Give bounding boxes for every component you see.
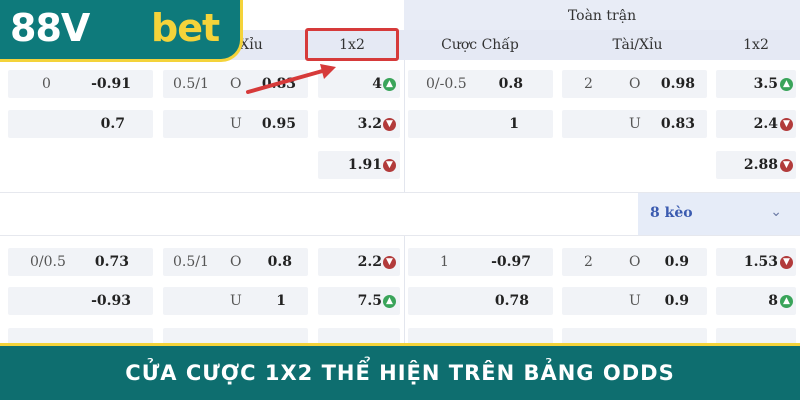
ou-line: 0.5/1	[173, 254, 209, 270]
handicap-odds: 0.73	[94, 254, 129, 270]
ou-line: 2	[584, 254, 593, 270]
ou-side: O	[230, 254, 242, 270]
odds-cell-1x2[interactable]: 1.91 ▼	[318, 151, 400, 179]
ou-line: 2	[584, 76, 593, 92]
handicap-line: 0	[42, 76, 51, 92]
column-divider	[404, 236, 405, 343]
odds-cell-over-ft[interactable]: 2 O 0.98	[562, 70, 707, 98]
arrow-up-icon: ▲	[383, 78, 396, 91]
odds-cell-handicap-ft[interactable]: 1	[408, 110, 553, 138]
handicap-line: 1	[440, 254, 449, 270]
handicap-odds: -0.93	[91, 293, 131, 309]
column-divider	[404, 60, 405, 192]
odds-cell-handicap-ft[interactable]: 1 -0.97	[408, 248, 553, 276]
ou-odds: 0.98	[660, 76, 695, 92]
handicap-odds: 0.7	[100, 116, 125, 132]
odds-cell-handicap[interactable]: 0/0.5 0.73	[8, 248, 153, 276]
arrow-down-icon: ▼	[780, 256, 793, 269]
odds-cell-handicap[interactable]: 0 -0.91	[8, 70, 153, 98]
odds-cell-1x2-ft[interactable]: 8 ▲	[716, 287, 796, 315]
arrow-down-icon: ▼	[383, 256, 396, 269]
ou-side: U	[629, 293, 641, 309]
odds-cell-1x2-ft[interactable]: 1.53 ▼	[716, 248, 796, 276]
1x2-odds: 1.91	[347, 157, 382, 173]
ou-odds: 0.95	[261, 116, 296, 132]
arrow-down-icon: ▼	[780, 118, 793, 131]
odds-cell-1x2[interactable]: 7.5 ▲	[318, 287, 400, 315]
arrow-down-icon: ▼	[780, 159, 793, 172]
full-match-header: Toàn trận	[404, 0, 800, 30]
handicap-line: 0/-0.5	[426, 76, 467, 92]
odds-cell-1x2[interactable]: 2.2 ▼	[318, 248, 400, 276]
col-header-handicap: Cược Chấp	[441, 37, 519, 53]
logo-text-accent: bet	[151, 6, 220, 50]
arrow-up-icon: ▲	[780, 295, 793, 308]
ou-side: U	[230, 116, 242, 132]
logo-text-primary: 88V	[10, 6, 90, 50]
1x2-odds: 4	[372, 76, 382, 92]
more-bets-button[interactable]: 8 kèo ⌄	[638, 193, 800, 235]
col-header-over-under: Tài/Xỉu	[612, 37, 663, 53]
ou-side: O	[629, 76, 641, 92]
odds-cell-under[interactable]: U 0.95	[163, 110, 308, 138]
ou-odds: 0.8	[267, 254, 292, 270]
more-bets-label: 8 kèo	[650, 205, 693, 221]
1x2-odds: 8	[768, 293, 778, 309]
1x2-odds: 1.53	[743, 254, 778, 270]
odds-cell-1x2-ft[interactable]: 2.4 ▼	[716, 110, 796, 138]
odds-cell-handicap-ft[interactable]: 0/-0.5 0.8	[408, 70, 553, 98]
ou-odds: 0.9	[664, 254, 689, 270]
1x2-odds: 2.88	[743, 157, 778, 173]
1x2-odds: 3.5	[753, 76, 778, 92]
ou-side: U	[230, 293, 242, 309]
handicap-odds: -0.91	[91, 76, 131, 92]
handicap-odds: 1	[509, 116, 519, 132]
handicap-line: 0/0.5	[30, 254, 66, 270]
highlight-box-1x2	[305, 28, 399, 61]
col-header-1x2-full: 1x2	[743, 37, 769, 53]
full-match-label: Toàn trận	[567, 8, 637, 24]
handicap-odds: 0.8	[498, 76, 523, 92]
caption-banner: CỬA CƯỢC 1X2 THỂ HIỆN TRÊN BẢNG ODDS	[0, 343, 800, 400]
arrow-up-icon: ▲	[383, 295, 396, 308]
ou-line: 0.5/1	[173, 76, 209, 92]
1x2-odds: 2.2	[357, 254, 382, 270]
odds-cell-handicap[interactable]: -0.93	[8, 287, 153, 315]
arrow-up-icon: ▲	[780, 78, 793, 91]
odds-cell-over[interactable]: 0.5/1 O 0.8	[163, 248, 308, 276]
odds-cell-under[interactable]: U 1	[163, 287, 308, 315]
handicap-odds: 0.78	[494, 293, 529, 309]
odds-cell-1x2[interactable]: 3.2 ▼	[318, 110, 400, 138]
ou-side: O	[629, 254, 641, 270]
caption-text: CỬA CƯỢC 1X2 THỂ HIỆN TRÊN BẢNG ODDS	[125, 361, 675, 385]
chevron-down-icon: ⌄	[770, 204, 782, 220]
1x2-odds: 2.4	[753, 116, 778, 132]
odds-cell-1x2-ft[interactable]: 3.5 ▲	[716, 70, 796, 98]
ou-odds: 0.83	[660, 116, 695, 132]
pointer-arrow-icon	[246, 64, 336, 94]
odds-cell-under-ft[interactable]: U 0.9	[562, 287, 707, 315]
odds-cell-1x2-ft[interactable]: 2.88 ▼	[716, 151, 796, 179]
ou-odds: 1	[276, 293, 286, 309]
odds-cell-over-ft[interactable]: 2 O 0.9	[562, 248, 707, 276]
odds-cell-handicap[interactable]: 0.7	[8, 110, 153, 138]
brand-logo: 88V bet	[0, 0, 243, 62]
odds-cell-under-ft[interactable]: U 0.83	[562, 110, 707, 138]
1x2-odds: 3.2	[357, 116, 382, 132]
odds-cell-handicap-ft[interactable]: 0.78	[408, 287, 553, 315]
ou-odds: 0.9	[664, 293, 689, 309]
arrow-down-icon: ▼	[383, 159, 396, 172]
arrow-down-icon: ▼	[383, 118, 396, 131]
handicap-odds: -0.97	[491, 254, 531, 270]
1x2-odds: 7.5	[357, 293, 382, 309]
ou-side: U	[629, 116, 641, 132]
